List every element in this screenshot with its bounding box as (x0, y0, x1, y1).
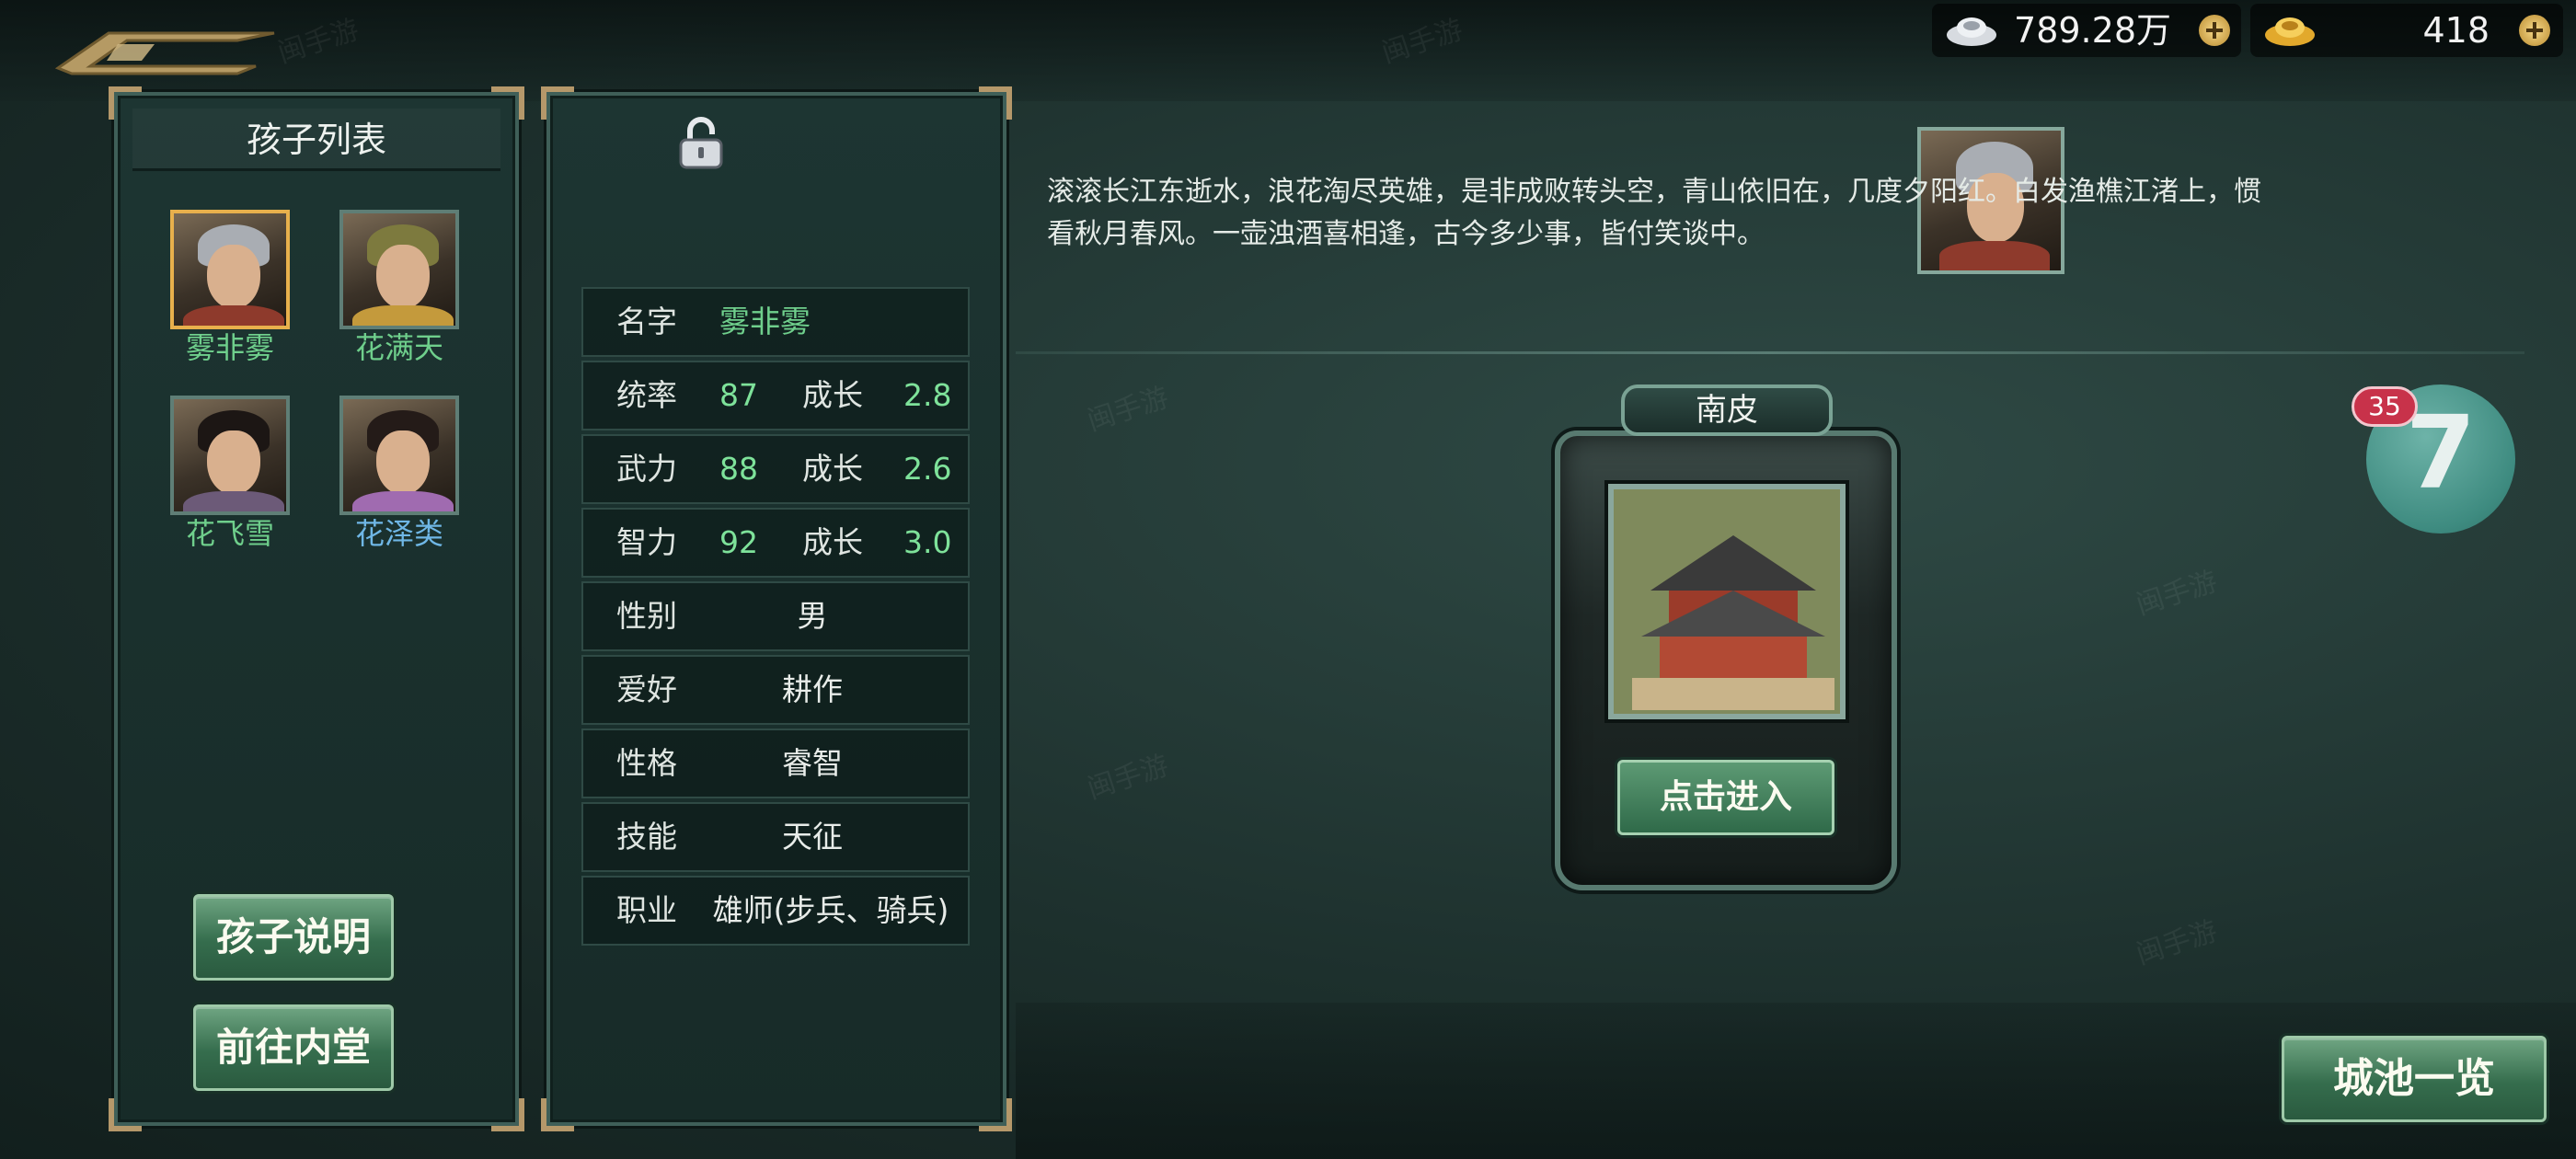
city-image[interactable] (1608, 484, 1846, 719)
go-inner-hall-button[interactable]: 前往内堂 (193, 1004, 394, 1091)
growth-label: 成长 (802, 451, 863, 487)
stat-label: 智力 (616, 524, 677, 560)
gender-value: 男 (797, 598, 828, 634)
watermark: 闽手游 (2132, 565, 2222, 622)
name-label: 名字 (616, 304, 677, 339)
child-card-wufeiwu[interactable]: 雾非雾 (166, 210, 294, 364)
info-row-gender: 性别 男 (581, 581, 970, 651)
gold-amount: 418 (2422, 10, 2490, 51)
back-arrow-icon (54, 31, 275, 75)
growth-value: 2.6 (903, 451, 952, 487)
back-button[interactable] (53, 24, 283, 79)
city-name: 南皮 (1621, 384, 1833, 436)
profession-value: 雄师(步兵、骑兵) (712, 892, 949, 928)
info-row-stat: 统率 87 成长 2.8 (581, 361, 970, 430)
stat-value: 88 (719, 451, 758, 487)
info-row-hobby: 爱好 耕作 (581, 655, 970, 725)
info-row-skill: 技能 天征 (581, 802, 970, 872)
child-list-title: 孩子列表 (132, 109, 500, 171)
watermark: 闽手游 (1083, 749, 1173, 806)
stat-value: 92 (719, 524, 758, 560)
silver-amount: 789.28万 (2014, 10, 2171, 51)
skill-value: 天征 (782, 819, 843, 855)
child-name: 花飞雪 (185, 516, 274, 551)
child-name: 雾非雾 (185, 330, 274, 365)
child-card-huamantian[interactable]: 花满天 (335, 210, 464, 364)
child-explain-button[interactable]: 孩子说明 (193, 894, 394, 981)
city-list-button[interactable]: 城池一览 (2282, 1036, 2547, 1122)
palace-icon (1614, 489, 1840, 714)
avatar (339, 210, 459, 329)
child-name: 花满天 (354, 330, 443, 365)
notification-badge: 35 (2352, 386, 2418, 427)
unlock-icon[interactable] (675, 116, 727, 171)
poem-line: 滚滚长江东逝水，浪花淘尽英雄，是非成败转头空，青山依旧在，几度夕阳红。白发渔樵江… (1047, 176, 2261, 208)
gold-resource: 418 (2250, 4, 2563, 57)
hobby-value: 耕作 (782, 671, 843, 707)
info-row-stat: 智力 92 成长 3.0 (581, 508, 970, 578)
avatar (170, 210, 290, 329)
poem-text: 滚滚长江东逝水，浪花淘尽英雄，是非成败转头空，青山依旧在，几度夕阳红。白发渔樵江… (1047, 171, 2445, 256)
enter-city-button[interactable]: 点击进入 (1617, 760, 1834, 835)
growth-value: 3.0 (903, 524, 952, 560)
silver-resource: 789.28万 (1932, 4, 2241, 57)
info-row-profession: 职业 雄师(步兵、骑兵) (581, 876, 970, 946)
stat-label: 统率 (616, 377, 677, 413)
avatar (339, 396, 459, 515)
growth-value: 2.8 (903, 377, 952, 413)
name-value: 雾非雾 (719, 304, 811, 339)
add-gold-icon[interactable] (2519, 15, 2550, 46)
info-row-name: 名字 雾非雾 (581, 287, 970, 357)
poem-line: 看秋月春风。一壶浊酒喜相逢，古今多少事，皆付笑谈中。 (1047, 218, 1765, 250)
child-card-huazelei[interactable]: 花泽类 (335, 396, 464, 550)
stat-value: 87 (719, 377, 758, 413)
growth-label: 成长 (802, 524, 863, 560)
child-card-huafeixue[interactable]: 花飞雪 (166, 396, 294, 550)
stat-label: 武力 (616, 451, 677, 487)
silver-ingot-icon (1947, 17, 1996, 46)
avatar (170, 396, 290, 515)
watermark: 闽手游 (1083, 381, 1173, 438)
child-name: 花泽类 (354, 516, 443, 551)
info-row-stat: 武力 88 成长 2.6 (581, 434, 970, 504)
gold-ingot-icon (2265, 17, 2315, 46)
info-row-personality: 性格 睿智 (581, 729, 970, 798)
divider (1016, 351, 2524, 354)
add-silver-icon[interactable] (2199, 15, 2230, 46)
personality-value: 睿智 (782, 745, 843, 781)
growth-label: 成长 (802, 377, 863, 413)
watermark: 闽手游 (2132, 914, 2222, 971)
